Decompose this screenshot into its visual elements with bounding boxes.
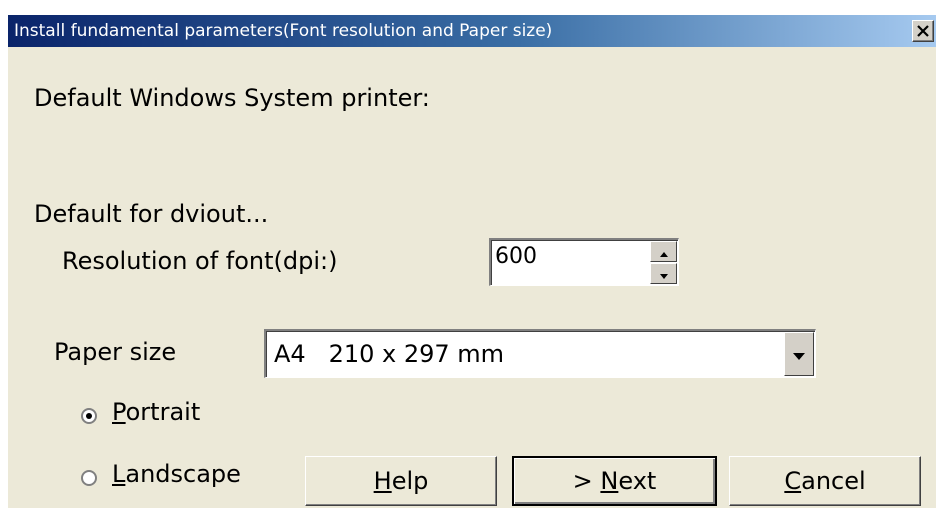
default-for-label: Default for dviout... — [34, 200, 269, 228]
chevron-down-icon — [793, 345, 805, 364]
landscape-label[interactable]: Landscape — [112, 459, 241, 489]
arrow-up-icon — [659, 242, 668, 261]
default-printer-label: Default Windows System printer: — [34, 84, 430, 112]
portrait-radio[interactable] — [81, 408, 97, 424]
resolution-spinner[interactable]: 600 — [489, 238, 679, 286]
install-parameters-dialog: Install fundamental parameters(Font reso… — [7, 14, 936, 508]
next-button[interactable]: > Next — [512, 456, 717, 506]
landscape-radio[interactable] — [81, 470, 97, 486]
spin-up-button[interactable] — [650, 241, 677, 262]
portrait-label[interactable]: Portrait — [112, 397, 200, 427]
paper-size-dropdown[interactable]: A4 210 x 297 mm — [264, 329, 816, 378]
close-button[interactable] — [912, 20, 934, 42]
spin-down-button[interactable] — [650, 263, 677, 284]
dropdown-button[interactable] — [784, 332, 814, 376]
cancel-button[interactable]: Cancel — [729, 456, 921, 506]
window-title: Install fundamental parameters(Font reso… — [14, 21, 553, 41]
arrow-down-icon — [659, 264, 668, 283]
title-bar[interactable]: Install fundamental parameters(Font reso… — [8, 15, 936, 47]
resolution-label: Resolution of font(dpi:) — [62, 247, 338, 275]
help-button[interactable]: Help — [305, 456, 497, 506]
paper-size-value: A4 210 x 297 mm — [274, 340, 505, 368]
paper-size-label: Paper size — [54, 338, 177, 366]
radio-dot — [86, 413, 92, 419]
resolution-input[interactable]: 600 — [495, 244, 537, 270]
close-icon — [917, 22, 929, 41]
